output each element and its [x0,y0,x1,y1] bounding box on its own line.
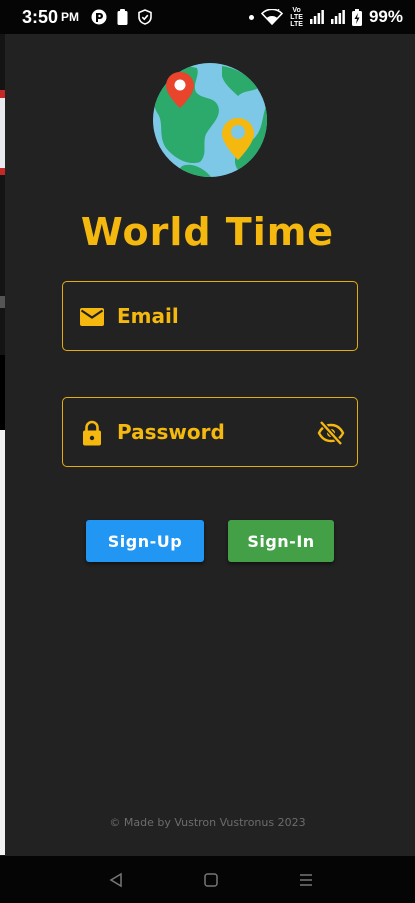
notification-icons [91,9,152,25]
navigation-bar [0,856,415,903]
footer-credit: © Made by Vustron Vustronus 2023 [109,816,306,829]
square-home-icon[interactable] [203,872,219,888]
status-time: 3:50 [22,6,59,27]
three-lines-recents-icon[interactable] [298,872,314,888]
battery-percentage: 99% [368,7,403,26]
sign-up-button[interactable]: Sign-Up [86,520,204,562]
triangle-back-icon[interactable] [108,872,124,888]
email-field[interactable]: Email [62,281,358,351]
globe-logo-icon [153,63,267,177]
app-title: World Time [80,210,335,254]
mail-icon [80,308,104,326]
dot-icon [249,14,255,20]
signal-icon [309,10,324,24]
app-notification-icon [91,9,107,25]
signal-icon-2 [330,10,345,24]
sign-in-button[interactable]: Sign-In [228,520,334,562]
email-input[interactable]: Email [117,282,179,350]
clipboard-icon [117,9,128,25]
background-window-strip [0,0,5,903]
lock-icon [83,420,101,446]
shield-check-icon [138,9,152,25]
status-ampm: PM [61,10,80,24]
system-status-icons: Vo LTE LTE 99% [249,7,403,28]
battery-charging-icon [351,8,362,26]
volte-indicator: Vo LTE LTE [290,6,303,28]
password-input[interactable]: Password [117,398,225,466]
status-bar: 3:50 PM Vo LTE LTE 99% [0,0,415,34]
password-field[interactable]: Password [62,397,358,467]
eye-off-icon[interactable] [317,420,345,446]
wifi-icon [261,9,284,25]
